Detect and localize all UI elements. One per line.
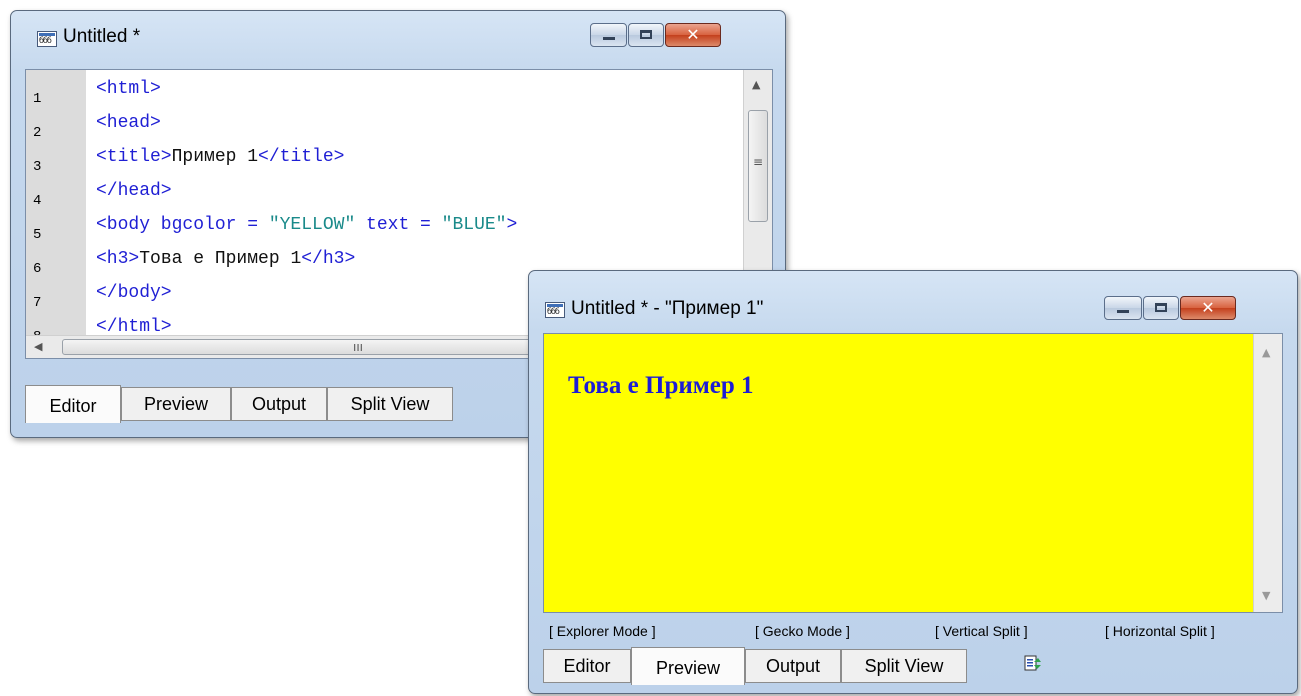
page-refresh-icon[interactable]: [1023, 653, 1043, 673]
code-token: text =: [355, 215, 442, 235]
code-line[interactable]: <html>: [96, 78, 161, 100]
code-line[interactable]: <head>: [96, 112, 161, 134]
line-number: 1: [33, 91, 42, 107]
tab-editor[interactable]: Editor: [543, 649, 631, 683]
line-number-gutter: 12345678: [26, 70, 86, 358]
code-token: "BLUE": [441, 215, 507, 235]
code-token: </head>: [96, 181, 172, 201]
tab-preview[interactable]: Preview: [631, 647, 745, 685]
preview-window: Untitled * - "Пример 1" Това е Пример 1 …: [528, 270, 1298, 694]
tab-output[interactable]: Output: [231, 387, 327, 421]
code-token: >: [506, 215, 518, 235]
preview-window-title: Untitled * - "Пример 1": [571, 298, 764, 319]
scroll-down-arrow-icon[interactable]: ▼: [1262, 589, 1270, 602]
preview-pane[interactable]: Това е Пример 1 ▲ ▼: [543, 333, 1283, 613]
scrollbar-thumb[interactable]: ≡: [748, 110, 768, 222]
preview-heading: Това е Пример 1: [568, 372, 754, 399]
code-token: </html>: [96, 317, 172, 337]
code-token: <title>: [96, 147, 172, 167]
code-token: <head>: [96, 113, 161, 133]
editor-window-title: Untitled *: [63, 26, 141, 47]
app-window-icon: [545, 302, 565, 318]
code-token: Това е Пример 1: [139, 249, 302, 269]
line-number: 5: [33, 227, 42, 243]
close-icon[interactable]: [1180, 296, 1236, 320]
line-number: 2: [33, 125, 42, 141]
scroll-up-arrow-icon[interactable]: ▲: [1262, 346, 1270, 359]
grip-icon: ≡: [753, 155, 764, 169]
preview-mode-links: [ Explorer Mode ] [ Gecko Mode ] [ Verti…: [543, 623, 1283, 641]
code-line[interactable]: </head>: [96, 180, 172, 202]
tab-split-view[interactable]: Split View: [841, 649, 967, 683]
tab-split-view[interactable]: Split View: [327, 387, 453, 421]
vertical-split-link[interactable]: [ Vertical Split ]: [935, 623, 1028, 639]
maximize-icon[interactable]: [1143, 296, 1179, 320]
preview-titlebar[interactable]: Untitled * - "Пример 1": [529, 271, 1297, 320]
code-token: <h3>: [96, 249, 140, 269]
code-token: </h3>: [301, 249, 356, 269]
close-icon[interactable]: [665, 23, 721, 47]
grip-icon: ııı: [353, 340, 364, 354]
horizontal-split-link[interactable]: [ Horizontal Split ]: [1105, 623, 1215, 639]
code-token: </body>: [96, 283, 172, 303]
code-token: <body bgcolor =: [96, 215, 269, 235]
editor-titlebar[interactable]: Untitled *: [11, 11, 785, 59]
line-number: 7: [33, 295, 42, 311]
preview-tab-strip: Editor Preview Output Split View: [529, 647, 1297, 689]
gecko-mode-link[interactable]: [ Gecko Mode ]: [755, 623, 850, 639]
code-line[interactable]: </body>: [96, 282, 172, 304]
preview-vertical-scrollbar[interactable]: ▲ ▼: [1253, 334, 1282, 612]
code-line[interactable]: <title>Пример 1</title>: [96, 146, 344, 168]
code-token: "YELLOW": [268, 215, 356, 235]
code-line[interactable]: <body bgcolor = "YELLOW" text = "BLUE">: [96, 214, 517, 236]
maximize-icon[interactable]: [628, 23, 664, 47]
scroll-left-arrow-icon[interactable]: ◀: [34, 340, 42, 353]
tab-editor[interactable]: Editor: [25, 385, 121, 423]
line-number: 6: [33, 261, 42, 277]
explorer-mode-link[interactable]: [ Explorer Mode ]: [549, 623, 656, 639]
tab-preview[interactable]: Preview: [121, 387, 231, 421]
code-token: Пример 1: [171, 147, 259, 167]
minimize-icon[interactable]: [1104, 296, 1142, 320]
code-token: </title>: [258, 147, 345, 167]
app-window-icon: [37, 31, 57, 47]
code-token: <html>: [96, 79, 161, 99]
tab-output[interactable]: Output: [745, 649, 841, 683]
code-line[interactable]: <h3>Това е Пример 1</h3>: [96, 248, 355, 270]
minimize-icon[interactable]: [590, 23, 627, 47]
line-number: 4: [33, 193, 42, 209]
scroll-up-arrow-icon[interactable]: ▲: [752, 78, 760, 91]
line-number: 3: [33, 159, 42, 175]
